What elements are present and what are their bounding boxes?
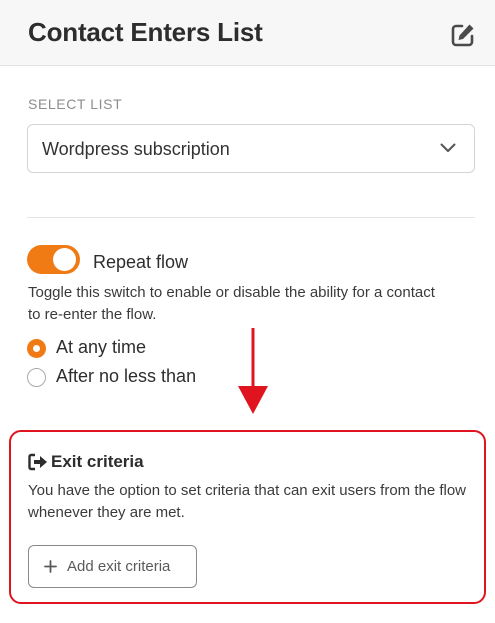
select-list-dropdown[interactable]: Wordpress subscription: [27, 124, 475, 173]
edit-icon[interactable]: [450, 22, 476, 48]
annotation-arrow-icon: [238, 328, 268, 414]
exit-criteria-section: Exit criteria You have the option to set…: [9, 430, 486, 604]
add-exit-criteria-label: Add exit criteria: [67, 558, 171, 575]
page-title: Contact Enters List: [28, 17, 263, 47]
radio-label: At any time: [56, 337, 147, 357]
repeat-flow-label: Repeat flow: [93, 252, 189, 272]
radio-button-unchecked: [27, 368, 46, 387]
sign-out-icon: [28, 453, 47, 471]
radio-after-no-less-than[interactable]: After no less than: [27, 366, 227, 388]
toggle-knob: [53, 248, 76, 271]
select-list-value: Wordpress subscription: [42, 139, 230, 159]
chevron-down-icon: [440, 143, 456, 152]
radio-button-checked: [27, 339, 46, 358]
exit-criteria-title: Exit criteria: [51, 452, 144, 471]
select-list-label: SELECT LIST: [28, 96, 123, 112]
contact-enters-list-panel: Contact Enters List SELECT LIST Wordpres…: [0, 0, 495, 623]
repeat-flow-help-text: Toggle this switch to enable or disable …: [28, 284, 435, 323]
section-divider: [27, 217, 475, 218]
plus-icon: [44, 560, 57, 573]
exit-criteria-description: You have the option to set criteria that…: [28, 482, 467, 521]
radio-at-any-time[interactable]: At any time: [27, 337, 177, 359]
repeat-flow-toggle[interactable]: [27, 245, 80, 274]
radio-label: After no less than: [56, 366, 197, 386]
add-exit-criteria-button[interactable]: Add exit criteria: [28, 545, 197, 588]
panel-header: Contact Enters List: [0, 0, 495, 66]
